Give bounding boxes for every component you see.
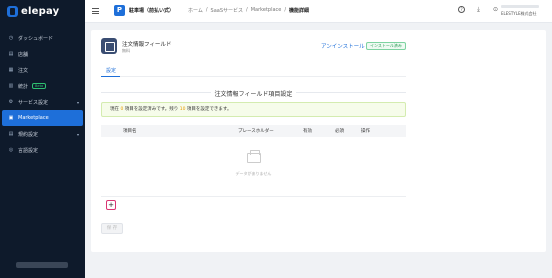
table-empty-state: データがありません <box>101 137 406 197</box>
sidebar-item-store[interactable]: ▤ 店舗 <box>0 46 85 62</box>
column-header-required: 必須 <box>335 129 344 134</box>
sidebar-item-language[interactable]: ◎ 言語設定 <box>0 142 85 158</box>
notice-prefix: 現在 <box>110 107 119 112</box>
plugin-price: 無料 <box>122 48 130 53</box>
tabs-divider <box>101 76 406 77</box>
divider <box>296 92 406 93</box>
chevron-down-icon: ▾ <box>76 99 79 105</box>
dashboard-icon: ◷ <box>8 35 14 41</box>
empty-inbox-icon <box>247 150 261 163</box>
plugin-detail-card: 注文情報フィールド 無料 アンインストール インストール済み 設定 注文情報フィ… <box>91 30 546 252</box>
column-header-placeholder: プレースホルダー <box>238 129 274 134</box>
sidebar-item-marketplace[interactable]: ▣ Marketplace <box>2 110 83 126</box>
save-button[interactable]: 保 存 <box>101 223 123 234</box>
notice-remaining-count: 10 <box>179 107 186 112</box>
installed-badge: インストール済み <box>366 42 406 50</box>
sidebar: elepay ◷ ダッシュボード ▤ 店舗 ▦ 注文 ▥ 統計 Beta ⚙ サ… <box>0 0 85 278</box>
sidebar-nav: ◷ ダッシュボード ▤ 店舗 ▦ 注文 ▥ 統計 Beta ⚙ サービス設定 ▾… <box>0 30 85 158</box>
breadcrumb-separator: / <box>246 7 248 13</box>
sidebar-item-label: サービス設定 <box>18 99 49 106</box>
sidebar-item-service-settings[interactable]: ⚙ サービス設定 ▾ <box>0 94 85 110</box>
sidebar-item-label: 注文 <box>18 67 29 74</box>
document-icon: ▤ <box>8 131 14 137</box>
breadcrumb-current: 機能詳細 <box>289 8 310 14</box>
breadcrumb: ホーム / SaaSサービス / Marketplace / 機能詳細 <box>188 7 309 14</box>
marketplace-icon: ▣ <box>8 115 14 121</box>
top-bar: P 駐車場（前払い式） ホーム / SaaSサービス / Marketplace… <box>85 0 552 23</box>
empty-text: データがありません <box>235 171 272 176</box>
sidebar-item-orders[interactable]: ▦ 注文 <box>0 62 85 78</box>
field-quota-notice: 現在 0 項目を設定済みです。残り 10 項目を設定できます。 <box>101 102 406 117</box>
gear-icon: ⚙ <box>8 99 14 105</box>
active-tab-indicator <box>101 76 120 77</box>
breadcrumb-saas[interactable]: SaaSサービス <box>211 7 243 14</box>
shop-icon: P <box>114 5 125 16</box>
app-logo[interactable]: elepay <box>7 6 59 17</box>
chart-icon: ▥ <box>8 83 14 89</box>
globe-icon: ◎ <box>8 147 14 153</box>
breadcrumb-separator: / <box>284 7 287 13</box>
column-header-item-name: 項目名 <box>123 129 137 134</box>
plugin-icon <box>101 38 117 54</box>
sidebar-item-dashboard[interactable]: ◷ ダッシュボード <box>0 30 85 46</box>
beta-badge: Beta <box>32 83 47 89</box>
sidebar-item-label: ダッシュボード <box>18 35 54 42</box>
help-icon[interactable]: ? <box>458 6 465 13</box>
user-name-redacted <box>501 5 539 8</box>
section-title: 注文情報フィールド項目設定 <box>214 91 293 98</box>
order-icon: ▦ <box>8 67 14 73</box>
shop-name[interactable]: 駐車場（前払い式） <box>129 7 174 14</box>
notice-suffix: 項目を設定できます。 <box>186 107 232 112</box>
sidebar-item-statistics[interactable]: ▥ 統計 Beta <box>0 78 85 94</box>
add-field-button[interactable]: + <box>106 200 116 210</box>
column-header-actions: 操作 <box>361 129 370 134</box>
sidebar-item-label: 店舗 <box>18 51 29 58</box>
menu-toggle-icon[interactable] <box>92 8 99 14</box>
sidebar-item-label: 規約設定 <box>18 131 39 138</box>
download-icon[interactable]: ⤓ <box>475 6 482 13</box>
sidebar-item-label: 言語設定 <box>18 147 39 154</box>
logo-text: elepay <box>21 6 60 17</box>
notice-current-count: 0 <box>120 107 124 112</box>
column-header-enabled: 有効 <box>303 129 312 134</box>
chevron-down-icon: ▾ <box>76 131 79 137</box>
store-icon: ▤ <box>8 51 14 57</box>
table-header: 項目名 プレースホルダー 有効 必須 操作 <box>101 125 406 137</box>
notice-middle: 項目を設定済みです。残り <box>124 107 179 112</box>
user-icon[interactable]: ⊙ <box>492 6 499 13</box>
tab-settings[interactable]: 設定 <box>106 67 116 74</box>
breadcrumb-home[interactable]: ホーム <box>188 7 203 14</box>
uninstall-link[interactable]: アンインストール <box>321 42 365 50</box>
breadcrumb-marketplace[interactable]: Marketplace <box>251 7 282 14</box>
sidebar-account-info[interactable] <box>16 262 68 268</box>
sidebar-item-label: 統計 <box>18 83 29 90</box>
sidebar-item-label: Marketplace <box>18 115 49 121</box>
sidebar-item-terms[interactable]: ▤ 規約設定 ▾ <box>0 126 85 142</box>
elepay-logo-icon <box>7 6 18 17</box>
user-company: ELESTYLE株式会社 <box>501 11 537 16</box>
breadcrumb-separator: / <box>205 7 208 13</box>
plugin-title: 注文情報フィールド <box>122 42 172 48</box>
